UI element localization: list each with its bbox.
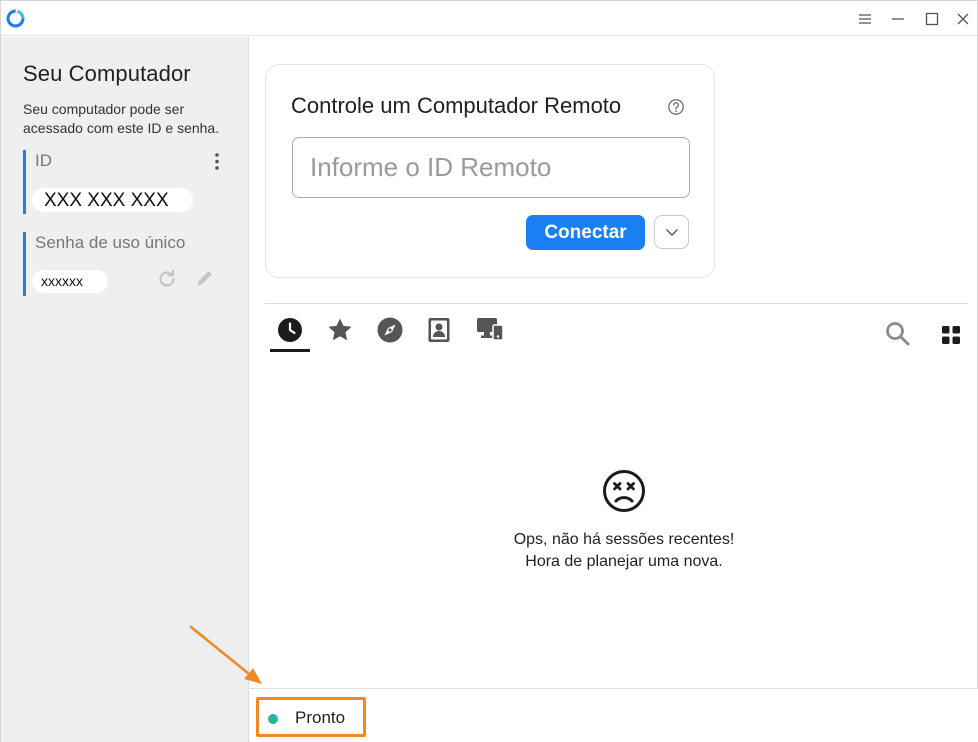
compass-icon xyxy=(377,317,403,343)
id-value: XXX XXX XXX xyxy=(32,188,193,212)
maximize-icon xyxy=(925,12,939,26)
more-options-icon[interactable] xyxy=(212,152,222,172)
edit-icon[interactable] xyxy=(194,267,216,289)
status-highlight-box: Pronto xyxy=(256,697,366,737)
title-bar xyxy=(1,1,977,36)
chevron-down-icon xyxy=(665,228,678,236)
maximize-button[interactable] xyxy=(921,8,943,30)
empty-state-line2: Hora de planejar uma nova. xyxy=(525,553,723,570)
search-icon[interactable] xyxy=(885,321,911,347)
password-field: Senha de uso único xxxxxx xyxy=(23,232,223,296)
status-bar: Pronto xyxy=(250,688,978,742)
contact-book-icon xyxy=(428,318,450,342)
close-button[interactable] xyxy=(952,8,974,30)
annotation-arrow-icon xyxy=(189,625,262,684)
remote-control-title: Controle um Computador Remoto xyxy=(291,93,622,118)
app-window: Seu Computador Seu computador pode ser a… xyxy=(0,0,978,742)
grid-view-icon[interactable] xyxy=(941,325,961,345)
help-icon[interactable] xyxy=(667,98,685,116)
section-divider xyxy=(265,303,968,304)
remote-control-card: Controle um Computador Remoto Conectar xyxy=(265,64,715,278)
id-label: ID xyxy=(35,151,52,170)
minimize-button[interactable] xyxy=(887,8,909,30)
id-field: ID XXX XXX XXX xyxy=(23,150,223,214)
menu-button[interactable] xyxy=(854,8,876,30)
tab-discovered[interactable] xyxy=(370,317,410,351)
status-text: Pronto xyxy=(295,708,346,727)
star-icon xyxy=(328,318,352,341)
connect-options-dropdown[interactable] xyxy=(654,215,689,249)
menu-icon xyxy=(859,14,871,24)
remote-id-input[interactable] xyxy=(292,137,690,198)
tab-lan-devices[interactable] xyxy=(470,317,510,351)
clock-icon xyxy=(278,318,302,342)
tab-address-book[interactable] xyxy=(419,317,459,351)
your-computer-description: Seu computador pode ser acessado com est… xyxy=(23,101,220,136)
empty-state-line1: Ops, não há sessões recentes! xyxy=(513,531,735,548)
password-value: xxxxxx xyxy=(32,270,108,293)
minimize-icon xyxy=(892,18,904,20)
empty-state-message: Ops, não há sessões recentes! Hora de pl… xyxy=(249,529,978,573)
close-icon xyxy=(957,13,969,25)
status-indicator-dot xyxy=(268,714,278,724)
your-computer-title: Seu Computador xyxy=(23,61,191,86)
refresh-icon[interactable] xyxy=(156,268,178,290)
sad-face-icon xyxy=(603,470,645,512)
tab-favorites[interactable] xyxy=(320,317,360,351)
password-label: Senha de uso único xyxy=(35,233,186,252)
connect-button[interactable]: Conectar xyxy=(526,215,645,250)
lan-devices-icon xyxy=(477,318,504,341)
app-logo-icon xyxy=(6,9,25,28)
tab-recent-sessions[interactable] xyxy=(270,317,310,352)
